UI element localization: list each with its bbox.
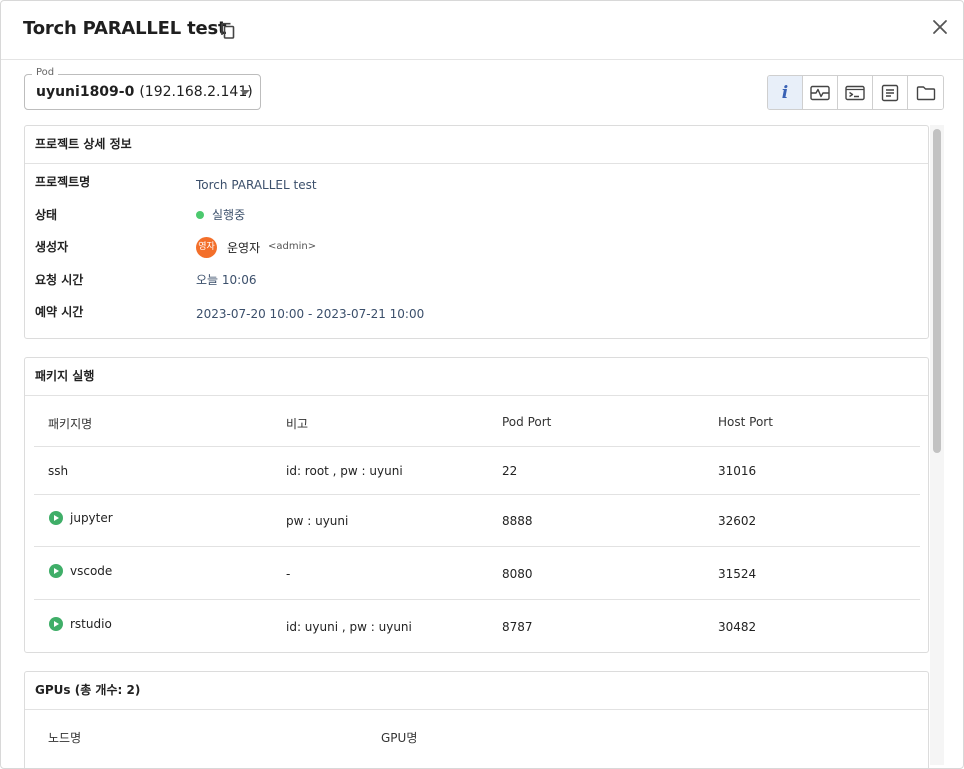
play-icon[interactable] <box>49 511 63 525</box>
host-port: 32602 <box>718 514 757 528</box>
dialog-header: Torch PARALLEL test <box>1 1 963 60</box>
close-icon[interactable] <box>930 17 950 37</box>
package-note: id: root , pw : uyuni <box>286 464 403 478</box>
creator-label: 생성자 <box>35 240 69 254</box>
monitor-button[interactable] <box>803 76 838 109</box>
package-name: rstudio <box>70 617 112 631</box>
copy-icon[interactable] <box>220 22 236 40</box>
pod-ip: (192.168.2.141) <box>139 84 253 100</box>
reservation-label: 예약 시간 <box>35 305 84 319</box>
pod-select-value: uyuni1809-0 (192.168.2.141) <box>36 84 253 100</box>
project-detail-heading: 프로젝트 상세 정보 <box>25 126 928 164</box>
host-port: 31016 <box>718 464 757 478</box>
view-toolbar: i <box>767 75 944 110</box>
dialog-title: Torch PARALLEL test <box>23 18 227 39</box>
package-name: ssh <box>48 464 69 478</box>
gpu-heading: GPUs (총 개수: 2) <box>25 672 928 710</box>
info-button[interactable]: i <box>768 76 803 109</box>
package-note: - <box>286 567 291 581</box>
pod-port: 8787 <box>502 620 533 634</box>
col-host-port: Host Port <box>718 415 773 429</box>
pod-select[interactable]: Pod uyuni1809-0 (192.168.2.141) <box>24 67 261 110</box>
package-heading: 패키지 실행 <box>25 358 928 396</box>
col-note: 비고 <box>286 417 309 431</box>
pod-port: 8888 <box>502 514 533 528</box>
package-name: vscode <box>70 564 113 578</box>
status-badge: 실행중 <box>196 206 245 223</box>
project-name-label: 프로젝트명 <box>35 175 91 189</box>
package-card: 패키지 실행 패키지명 비고 Pod Port Host Port ssh id… <box>24 357 929 653</box>
avatar: 영자 <box>196 237 217 258</box>
pod-port: 22 <box>502 464 518 478</box>
dialog-content: 프로젝트 상세 정보 프로젝트명 Torch PARALLEL test 상태 … <box>1 125 963 768</box>
terminal-button[interactable] <box>838 76 873 109</box>
table-row: jupyter pw : uyuni 8888 32602 <box>34 494 920 546</box>
table-row: vscode - 8080 31524 <box>34 546 920 599</box>
host-port: 30482 <box>718 620 757 634</box>
monitor-icon <box>810 85 830 100</box>
status-label: 상태 <box>35 208 58 222</box>
project-detail-dialog: Torch PARALLEL test Pod uyuni1809-0 (192.… <box>0 0 964 769</box>
request-time-label: 요청 시간 <box>35 273 84 287</box>
package-note: pw : uyuni <box>286 514 349 528</box>
col-gpu-name: GPU명 <box>381 731 418 745</box>
terminal-icon <box>845 85 865 100</box>
project-name-value: Torch PARALLEL test <box>196 178 317 192</box>
info-icon: i <box>781 82 789 103</box>
request-time-value: 오늘 10:06 <box>196 273 257 287</box>
gpu-card: GPUs (총 개수: 2) 노드명 GPU명 <box>24 671 929 768</box>
col-node-name: 노드명 <box>48 731 82 745</box>
scrollbar-thumb[interactable] <box>933 129 941 453</box>
status-value: 실행중 <box>212 208 246 222</box>
log-button[interactable] <box>873 76 908 109</box>
project-detail-card: 프로젝트 상세 정보 프로젝트명 Torch PARALLEL test 상태 … <box>24 125 929 339</box>
chevron-down-icon <box>240 90 250 95</box>
log-icon <box>881 84 899 101</box>
package-name: jupyter <box>70 511 113 525</box>
table-row: ssh id: root , pw : uyuni 22 31016 <box>34 446 920 494</box>
reservation-value: 2023-07-20 10:00 - 2023-07-21 10:00 <box>196 307 425 321</box>
col-package-name: 패키지명 <box>48 417 93 431</box>
pod-name: uyuni1809-0 <box>36 84 135 100</box>
pod-select-label: Pod <box>32 67 59 78</box>
folder-icon <box>916 85 935 100</box>
play-icon[interactable] <box>49 564 63 578</box>
play-icon[interactable] <box>49 617 63 631</box>
pod-port: 8080 <box>502 567 533 581</box>
col-pod-port: Pod Port <box>502 415 552 429</box>
folder-button[interactable] <box>908 76 943 109</box>
host-port: 31524 <box>718 567 757 581</box>
creator-name: 운영자 <box>227 241 261 255</box>
table-row: rstudio id: uyuni , pw : uyuni 8787 3048… <box>34 599 920 652</box>
status-dot <box>196 211 204 219</box>
package-note: id: uyuni , pw : uyuni <box>286 620 412 634</box>
creator-id: <admin> <box>268 241 317 252</box>
